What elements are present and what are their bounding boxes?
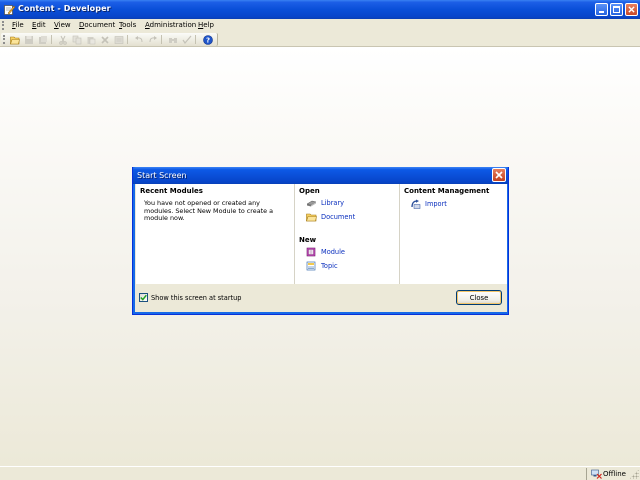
open-folder-icon xyxy=(9,36,20,44)
cut-icon xyxy=(58,35,67,45)
show-at-startup-label[interactable]: Show this screen at startup xyxy=(151,294,241,302)
dialog-body: Recent Modules You have not opened or cr… xyxy=(136,184,507,284)
library-link-text: Library xyxy=(321,199,345,207)
minimize-button[interactable] xyxy=(595,3,608,16)
connection-status: Offline xyxy=(603,470,626,478)
menu-help[interactable]: Help xyxy=(198,21,214,29)
module-link-text: Module xyxy=(321,248,345,256)
import-icon xyxy=(411,199,421,209)
toolbar-band: ? xyxy=(0,32,640,47)
show-at-startup-checkbox[interactable] xyxy=(139,293,148,302)
standard-toolbar: ? xyxy=(1,33,218,46)
save-icon xyxy=(24,35,33,44)
redo-button[interactable] xyxy=(147,34,158,45)
library-icon xyxy=(306,200,317,207)
open-heading: Open xyxy=(299,187,320,195)
resize-grip[interactable] xyxy=(629,469,639,479)
content-management-heading: Content Management xyxy=(404,187,490,195)
maximize-button[interactable] xyxy=(610,3,623,16)
new-topic-link[interactable]: Topic xyxy=(306,261,338,271)
menu-edit[interactable]: Edit xyxy=(32,21,46,29)
checkmark-icon xyxy=(140,294,147,301)
find-icon xyxy=(168,37,177,43)
topic-icon xyxy=(306,261,316,271)
menubar-grip[interactable] xyxy=(2,21,4,30)
status-separator xyxy=(586,468,587,480)
import-link-text: Import xyxy=(425,200,447,208)
close-button[interactable]: Close xyxy=(456,290,502,305)
offline-icon xyxy=(591,469,602,479)
open-library-link[interactable]: Library xyxy=(306,198,344,208)
minimize-icon xyxy=(599,11,604,13)
start-screen-dialog: Start Screen Recent Modules You have not… xyxy=(132,167,509,315)
close-icon xyxy=(495,171,503,179)
open-button[interactable] xyxy=(9,34,20,45)
toolbar-separator xyxy=(51,35,52,44)
toolbar-grip[interactable] xyxy=(3,35,5,44)
dialog-title: Start Screen xyxy=(137,171,187,180)
paste-button[interactable] xyxy=(85,34,96,45)
folder-icon xyxy=(306,213,317,222)
menu-administration[interactable]: Administration xyxy=(145,21,196,29)
window-title: Content - Developer xyxy=(18,4,111,13)
menu-bar: File Edit View Document Tools Administra… xyxy=(0,19,640,32)
copy-icon xyxy=(72,35,81,44)
paste-icon xyxy=(87,36,95,44)
close-icon xyxy=(628,6,635,13)
menu-view[interactable]: View xyxy=(54,21,71,29)
new-module-link[interactable]: Module xyxy=(306,247,345,257)
help-button[interactable]: ? xyxy=(202,34,213,45)
properties-button[interactable] xyxy=(113,34,124,45)
redo-icon xyxy=(149,35,157,42)
window-close-button[interactable] xyxy=(625,3,638,16)
undo-button[interactable] xyxy=(133,34,144,45)
spell-check-button[interactable] xyxy=(181,34,192,45)
copy-button[interactable] xyxy=(71,34,82,45)
delete-icon xyxy=(100,35,109,44)
spell-check-icon xyxy=(182,35,191,44)
dialog-titlebar[interactable]: Start Screen xyxy=(133,167,508,184)
toolbar-separator xyxy=(127,35,128,44)
menu-document[interactable]: Document xyxy=(79,21,115,29)
import-link[interactable]: Import xyxy=(410,199,447,209)
open-new-panel: Open Library Document New Module Topic xyxy=(294,184,399,284)
recent-modules-message: You have not opened or created any modul… xyxy=(144,199,274,223)
window-titlebar[interactable]: Content - Developer xyxy=(0,0,640,19)
content-management-panel: Content Management Import xyxy=(399,184,507,284)
help-icon: ? xyxy=(202,34,213,45)
menu-file[interactable]: File xyxy=(12,21,24,29)
module-icon xyxy=(306,247,316,257)
new-heading: New xyxy=(299,236,317,244)
recent-modules-heading: Recent Modules xyxy=(140,187,203,195)
status-bar: Offline xyxy=(0,466,640,480)
properties-icon xyxy=(114,35,123,44)
menu-tools[interactable]: Tools xyxy=(119,21,136,29)
find-button[interactable] xyxy=(167,34,178,45)
save-as-button[interactable] xyxy=(37,34,48,45)
recent-modules-panel: Recent Modules You have not opened or cr… xyxy=(136,184,294,284)
save-button[interactable] xyxy=(23,34,34,45)
save-as-icon xyxy=(38,35,47,44)
toolbar-separator xyxy=(161,35,162,44)
toolbar-separator xyxy=(195,35,196,44)
document-link-text: Document xyxy=(321,213,356,221)
svg-text:?: ? xyxy=(205,36,209,44)
app-pencil-icon xyxy=(4,5,15,15)
dialog-footer: Show this screen at startup Close xyxy=(136,284,507,312)
topic-link-text: Topic xyxy=(321,262,338,270)
cut-button[interactable] xyxy=(57,34,68,45)
dialog-close-button[interactable] xyxy=(492,168,506,182)
undo-icon xyxy=(134,35,142,42)
maximize-icon xyxy=(613,6,620,13)
delete-button[interactable] xyxy=(99,34,110,45)
open-document-link[interactable]: Document xyxy=(306,212,355,222)
